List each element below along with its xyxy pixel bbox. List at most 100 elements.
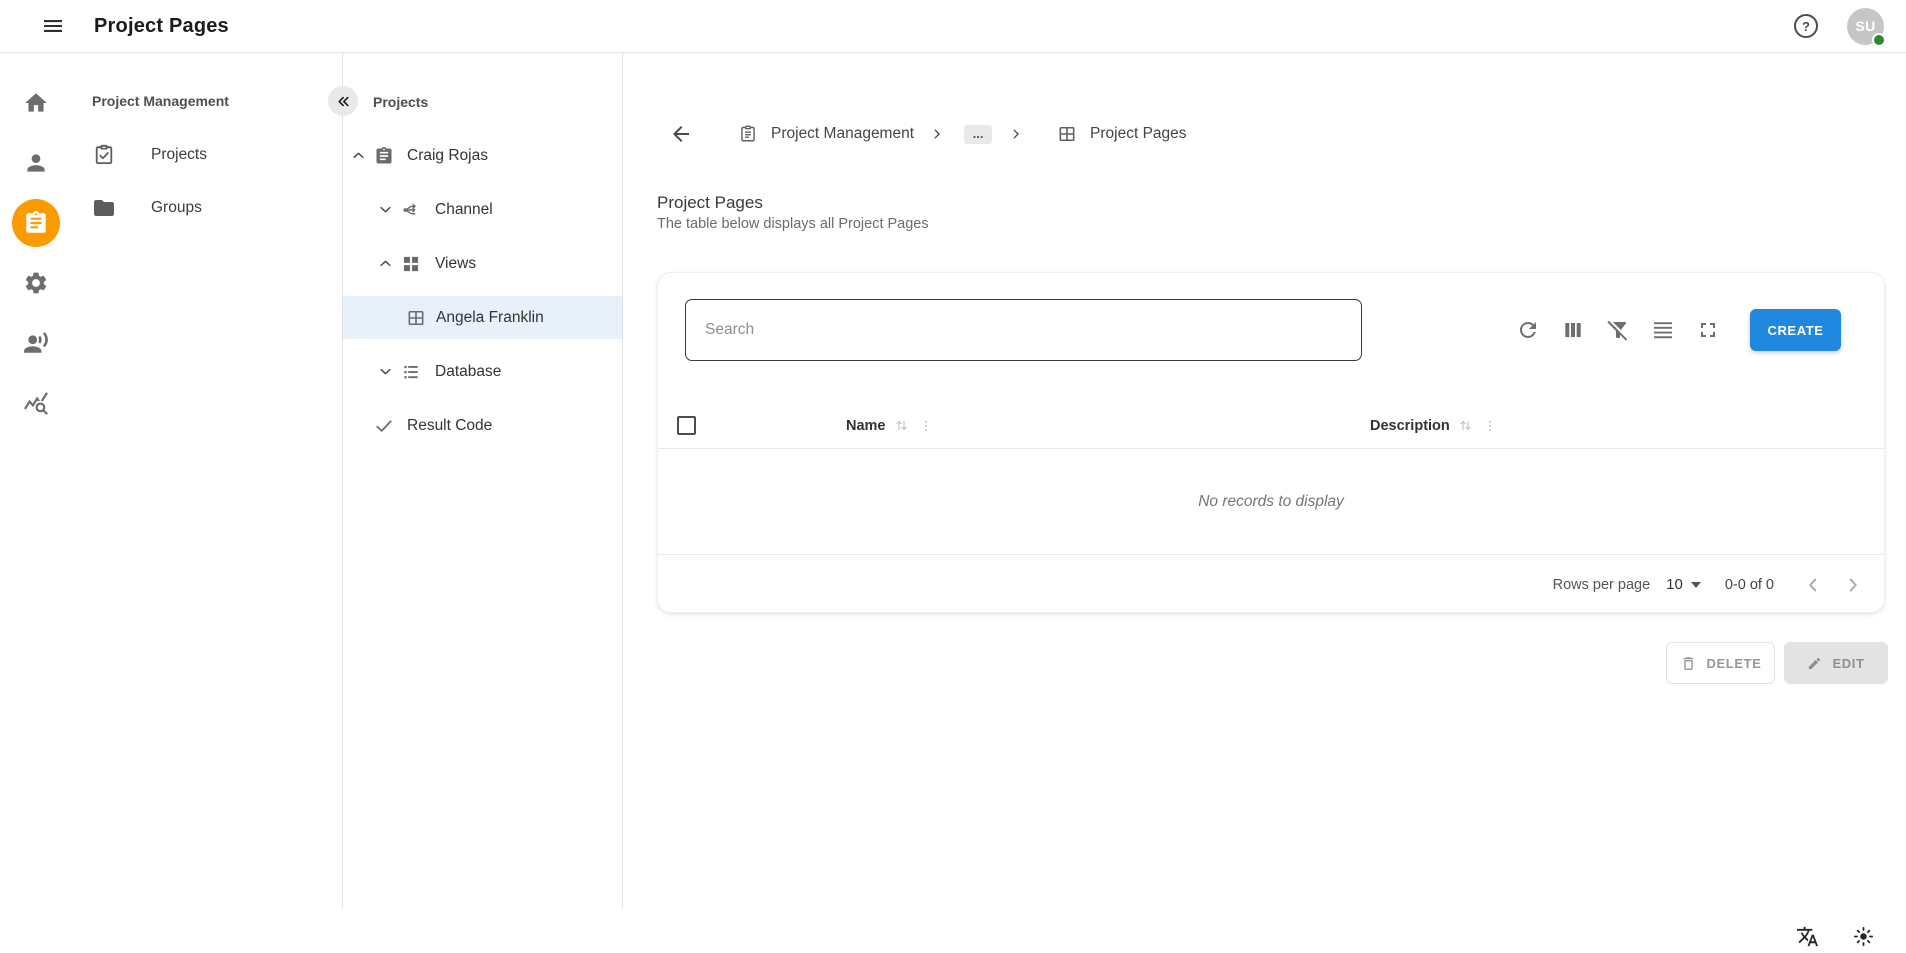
tree-panel: Projects Craig Rojas	[342, 53, 623, 908]
sidebar-section-label: Project Management	[92, 93, 342, 109]
table-card: CREATE Name Desc	[657, 272, 1885, 613]
chevron-up-icon[interactable]	[378, 256, 393, 271]
back-button[interactable]	[669, 122, 693, 146]
app-title: Project Pages	[94, 15, 229, 38]
page-title: Project Pages	[657, 193, 1906, 213]
rows-per-page-select[interactable]: 10	[1666, 576, 1701, 593]
check-icon	[374, 416, 394, 436]
module-sidebar: Project Management Projects Groups	[72, 53, 342, 953]
column-label: Name	[846, 418, 886, 434]
translate-icon	[1796, 925, 1819, 948]
columns-button[interactable]	[1561, 318, 1585, 342]
clipboard-check-icon	[92, 143, 116, 167]
delete-button[interactable]: DELETE	[1666, 642, 1775, 684]
tree-panel-title: Projects	[373, 94, 622, 110]
icon-rail	[0, 53, 72, 953]
table-toolbar: CREATE	[658, 273, 1884, 361]
chevron-down-icon[interactable]	[378, 202, 393, 217]
trash-icon	[1680, 655, 1697, 672]
clipboard-icon	[23, 210, 49, 236]
tree-item-database[interactable]: Database	[343, 350, 622, 393]
sort-icon[interactable]	[893, 417, 910, 434]
sort-icon[interactable]	[1457, 417, 1474, 434]
search-input[interactable]	[685, 299, 1362, 361]
previous-page-button[interactable]	[1802, 574, 1824, 596]
rail-item-insights[interactable]	[12, 379, 60, 427]
filter-off-button[interactable]	[1606, 318, 1630, 342]
rail-item-users[interactable]	[12, 139, 60, 187]
help-icon[interactable]	[1794, 14, 1818, 38]
translate-button[interactable]	[1796, 925, 1819, 948]
column-header-name: Name	[846, 402, 934, 449]
tree-item-angela-franklin[interactable]: Angela Franklin	[343, 296, 622, 339]
tree-item-label: Angela Franklin	[436, 309, 544, 327]
chevron-left-icon	[1802, 574, 1824, 596]
column-header-description: Description	[1370, 402, 1498, 449]
app-window: Project Pages SU	[0, 0, 1906, 953]
sidebar-item-label: Projects	[151, 146, 207, 164]
density-button[interactable]	[1651, 318, 1675, 342]
column-menu-icon[interactable]	[918, 418, 934, 434]
tree-item-views[interactable]: Views	[343, 242, 622, 285]
fullscreen-button[interactable]	[1696, 318, 1720, 342]
tree-item-channel[interactable]: Channel	[343, 188, 622, 231]
rows-per-page-value: 10	[1666, 576, 1683, 593]
clipboard-icon	[738, 124, 758, 144]
column-label: Description	[1370, 418, 1450, 434]
tree-item-label: Channel	[435, 201, 493, 219]
channel-icon	[401, 200, 421, 220]
columns-icon	[1561, 318, 1585, 342]
rail-item-announcements[interactable]	[12, 319, 60, 367]
density-icon	[1651, 318, 1675, 342]
next-page-button[interactable]	[1842, 574, 1864, 596]
sidebar-list: Projects Groups	[72, 133, 342, 230]
rail-item-projects[interactable]	[12, 199, 60, 247]
breadcrumb-ellipsis-button[interactable]: ...	[964, 125, 992, 144]
rail-item-settings[interactable]	[12, 259, 60, 307]
list-icon	[401, 362, 421, 382]
fullscreen-icon	[1696, 318, 1720, 342]
folder-icon	[92, 196, 116, 220]
chevron-right-icon	[1009, 127, 1023, 141]
sidebar-item-label: Groups	[151, 199, 202, 217]
tree-item-label: Craig Rojas	[407, 147, 488, 165]
corner-controls	[1796, 925, 1875, 948]
brightness-toggle-button[interactable]	[1852, 925, 1875, 948]
edit-button[interactable]: EDIT	[1784, 642, 1888, 684]
page-subtitle: The table below displays all Project Pag…	[657, 216, 1906, 232]
rows-per-page-label: Rows per page	[1553, 577, 1651, 593]
sidebar-item-projects[interactable]: Projects	[72, 133, 342, 177]
page-header: Project Pages The table below displays a…	[657, 193, 1906, 232]
tree-item-result-code[interactable]: Result Code	[343, 404, 622, 447]
chevron-up-icon[interactable]	[351, 148, 366, 163]
create-button[interactable]: CREATE	[1750, 309, 1841, 351]
chevron-down-icon[interactable]	[378, 364, 393, 379]
empty-message: No records to display	[1198, 493, 1344, 511]
edit-button-label: EDIT	[1832, 656, 1864, 671]
collapse-panel-button[interactable]	[328, 86, 358, 116]
top-bar: Project Pages SU	[0, 0, 1906, 53]
tree-item-craig-rojas[interactable]: Craig Rojas	[343, 134, 622, 177]
toolbar-icons	[1516, 318, 1720, 342]
refresh-icon	[1516, 318, 1540, 342]
arrow-left-icon	[669, 122, 693, 146]
home-icon	[23, 90, 49, 116]
avatar[interactable]: SU	[1847, 8, 1884, 45]
column-menu-icon[interactable]	[1482, 418, 1498, 434]
record-actions: DELETE EDIT	[623, 642, 1906, 684]
online-status-dot	[1872, 33, 1886, 47]
refresh-button[interactable]	[1516, 318, 1540, 342]
breadcrumb-segment-project-management[interactable]: Project Management	[771, 125, 914, 143]
tree-item-label: Database	[435, 363, 501, 381]
tree-list: Craig Rojas Channel	[343, 134, 622, 447]
sidebar-item-groups[interactable]: Groups	[72, 186, 342, 230]
hamburger-menu-button[interactable]	[41, 14, 65, 38]
delete-button-label: DELETE	[1707, 656, 1762, 671]
chevron-right-icon	[1842, 574, 1864, 596]
clipboard-icon	[374, 146, 394, 166]
rail-item-home[interactable]	[12, 79, 60, 127]
caret-down-icon	[1691, 582, 1701, 588]
brightness-icon	[1852, 925, 1875, 948]
table-empty-state: No records to display	[658, 449, 1884, 555]
select-all-checkbox[interactable]	[677, 416, 696, 435]
